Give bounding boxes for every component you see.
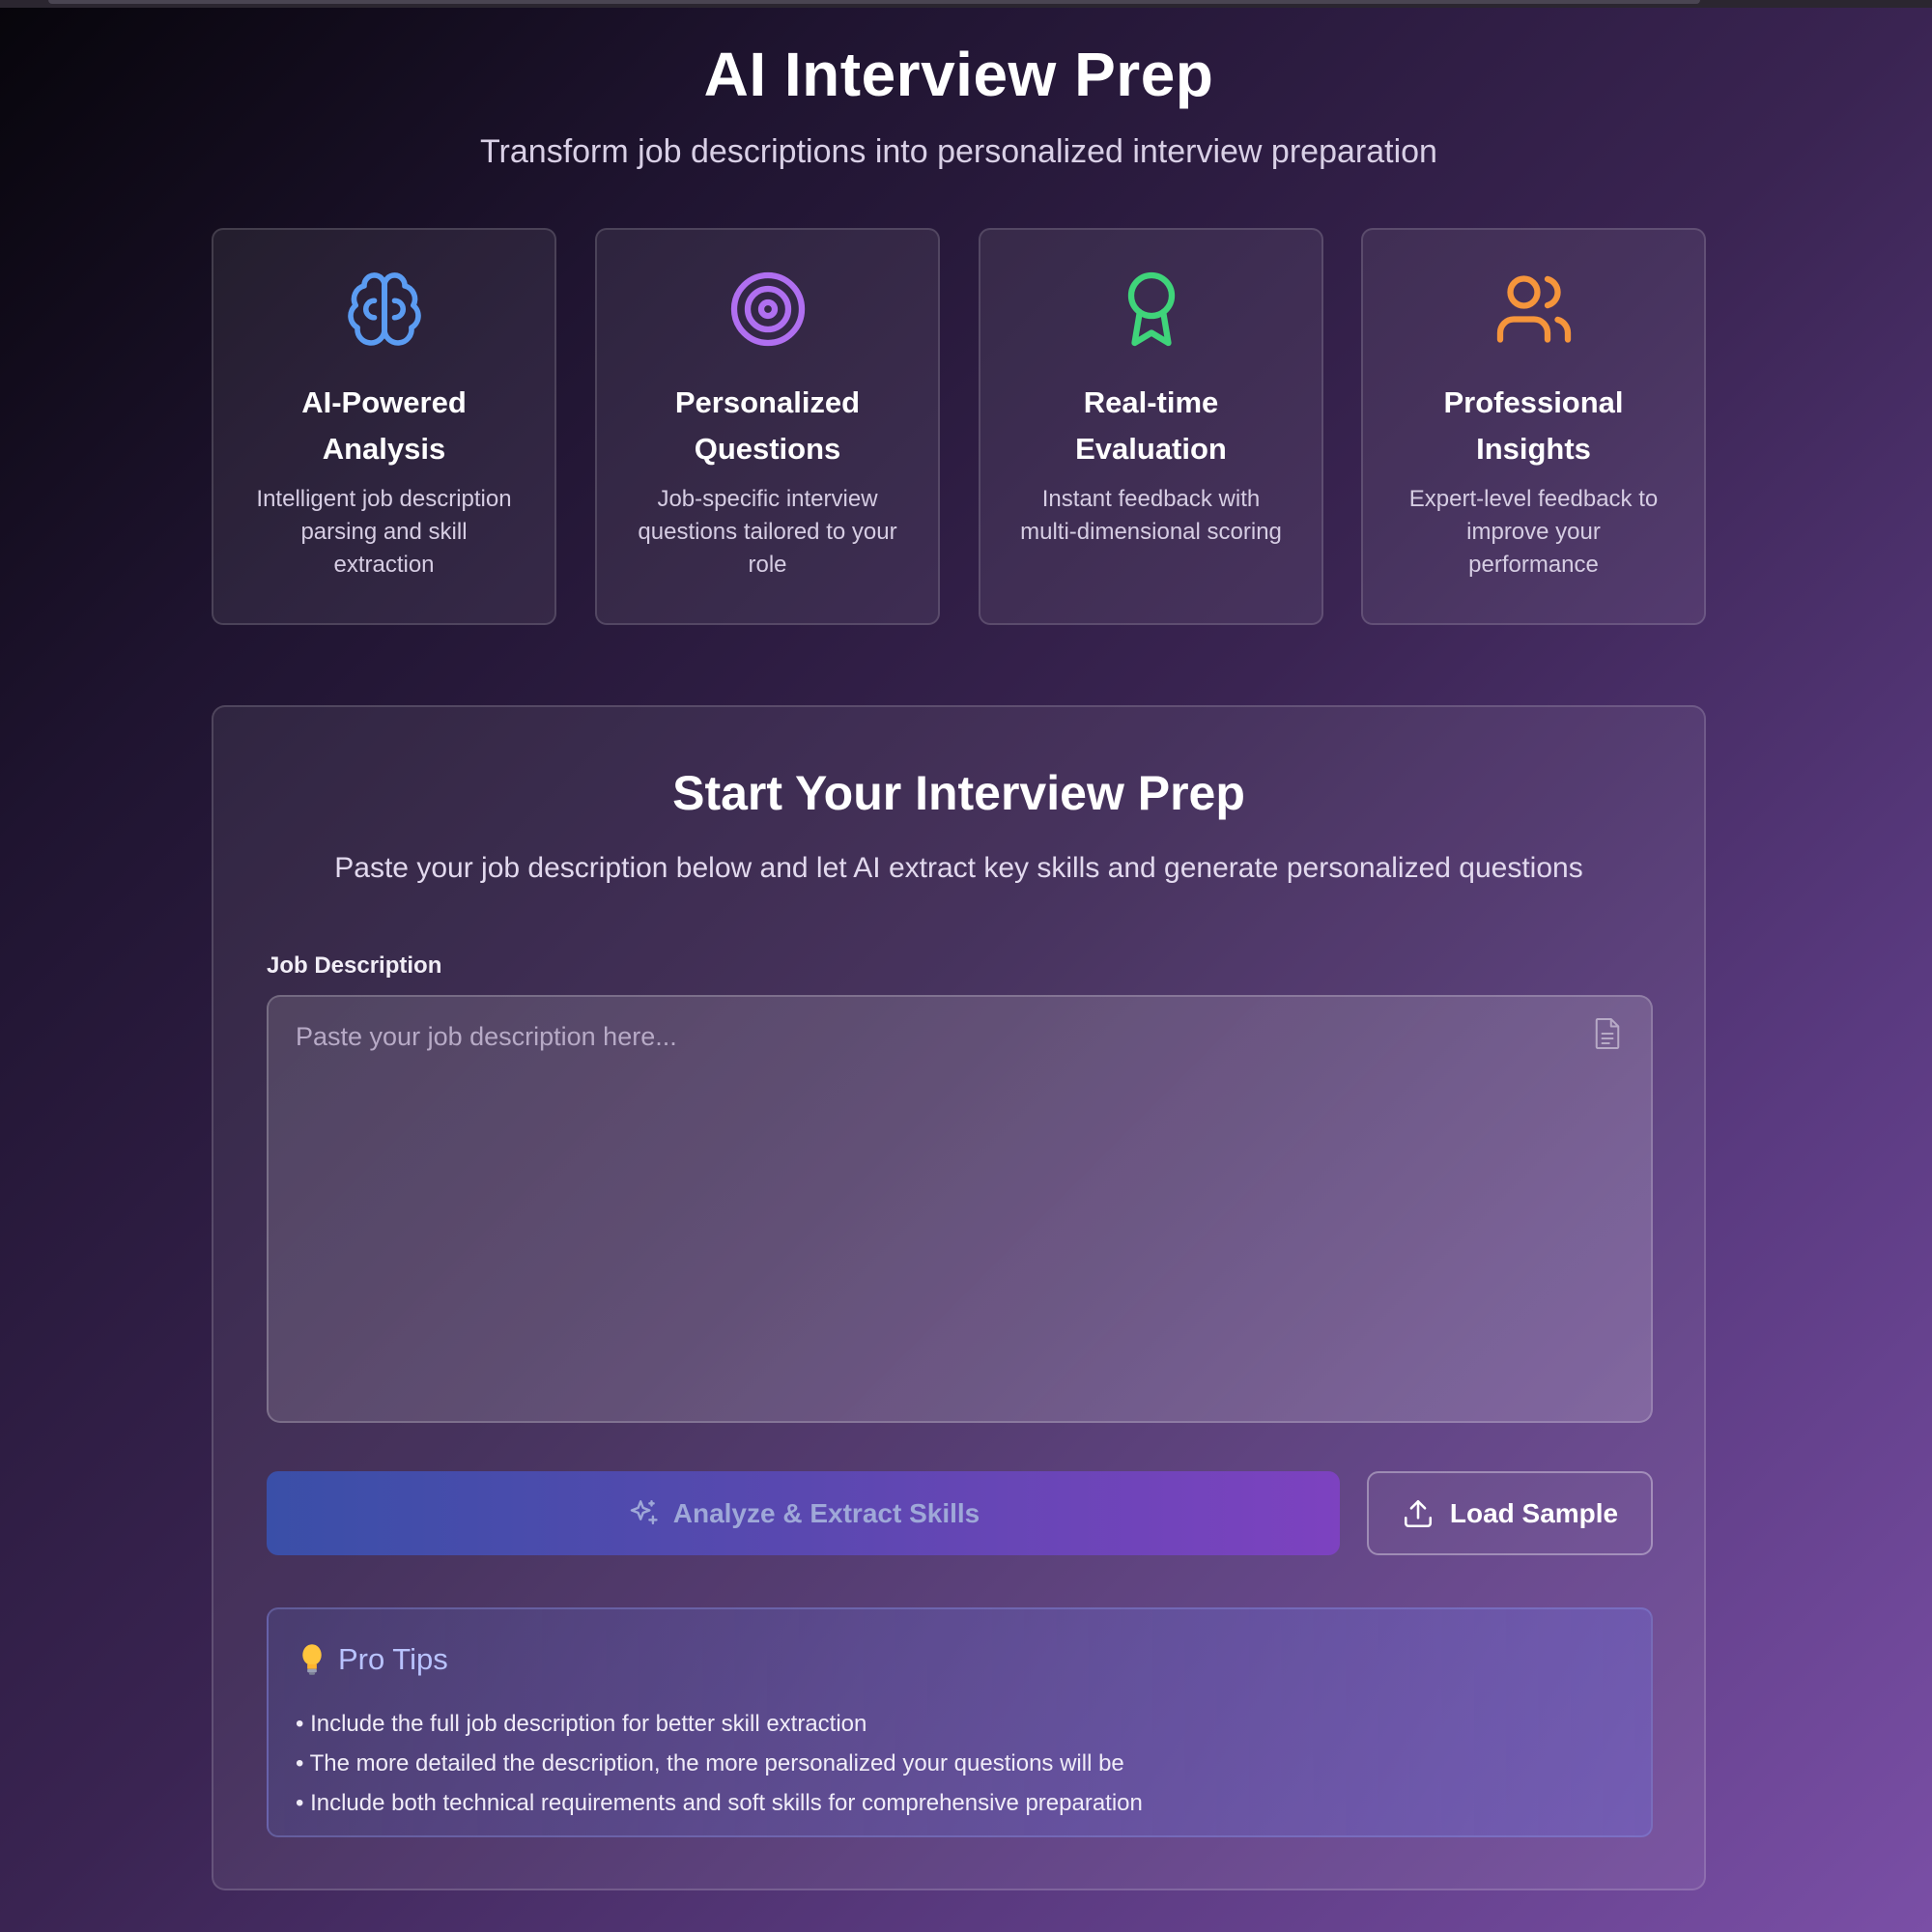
feature-card-ai-analysis: AI-Powered Analysis Intelligent job desc… bbox=[212, 228, 556, 625]
feature-description: Expert-level feedback to improve your pe… bbox=[1408, 486, 1659, 578]
page-subtitle: Transform job descriptions into personal… bbox=[480, 133, 1437, 170]
analyze-button-label: Analyze & Extract Skills bbox=[672, 1497, 980, 1528]
feature-title: Real-time Evaluation bbox=[1075, 385, 1227, 466]
load-sample-button[interactable]: Load Sample bbox=[1367, 1471, 1653, 1555]
feature-card-real-time-evaluation: Real-time Evaluation Instant feedback wi… bbox=[979, 228, 1323, 625]
target-icon bbox=[597, 269, 938, 355]
feature-title: Personalized Questions bbox=[674, 385, 861, 466]
interview-prep-panel: Start Your Interview Prep Paste your job… bbox=[212, 705, 1706, 1890]
sparkles-icon bbox=[630, 1499, 658, 1524]
award-icon bbox=[980, 269, 1321, 355]
pro-tips-title: Pro Tips bbox=[338, 1642, 448, 1676]
pro-tips-list: Include the full job description for bet… bbox=[296, 1704, 1143, 1823]
feature-description: Job-specific interview questions tailore… bbox=[638, 486, 897, 578]
pro-tips-box: Pro Tips Include the full job descriptio… bbox=[267, 1607, 1653, 1837]
panel-title: Start Your Interview Prep bbox=[672, 766, 1245, 820]
feature-title: Professional Insights bbox=[1443, 385, 1624, 466]
panel-subtitle: Paste your job description below and let… bbox=[334, 852, 1583, 884]
page: AI Interview Prep Transform job descript… bbox=[0, 0, 1932, 1932]
feature-description: Intelligent job description parsing and … bbox=[256, 486, 512, 578]
job-description-label: Job Description bbox=[267, 952, 442, 979]
pro-tip-item: The more detailed the description, the m… bbox=[296, 1744, 1143, 1783]
analyze-extract-skills-button[interactable]: Analyze & Extract Skills bbox=[267, 1471, 1340, 1555]
brain-icon bbox=[213, 269, 554, 355]
pro-tips-header: Pro Tips bbox=[299, 1642, 448, 1677]
feature-description: Instant feedback with multi-dimensional … bbox=[1020, 486, 1282, 545]
features-grid: AI-Powered Analysis Intelligent job desc… bbox=[212, 228, 1706, 625]
document-icon bbox=[1595, 1018, 1620, 1049]
feature-card-personalized-questions: Personalized Questions Job-specific inte… bbox=[595, 228, 940, 625]
load-sample-label: Load Sample bbox=[1449, 1497, 1619, 1528]
feature-title: AI-Powered Analysis bbox=[301, 385, 467, 466]
job-description-textarea[interactable] bbox=[269, 997, 1651, 1421]
lightbulb-icon bbox=[302, 1644, 322, 1675]
page-title: AI Interview Prep bbox=[703, 40, 1214, 109]
feature-card-professional-insights: Professional Insights Expert-level feedb… bbox=[1361, 228, 1706, 625]
users-icon bbox=[1363, 269, 1704, 355]
upload-icon bbox=[1404, 1499, 1432, 1527]
pro-tip-item: Include the full job description for bet… bbox=[296, 1704, 1143, 1744]
pro-tip-item: Include both technical requirements and … bbox=[296, 1783, 1143, 1823]
job-description-field-container bbox=[267, 995, 1653, 1423]
